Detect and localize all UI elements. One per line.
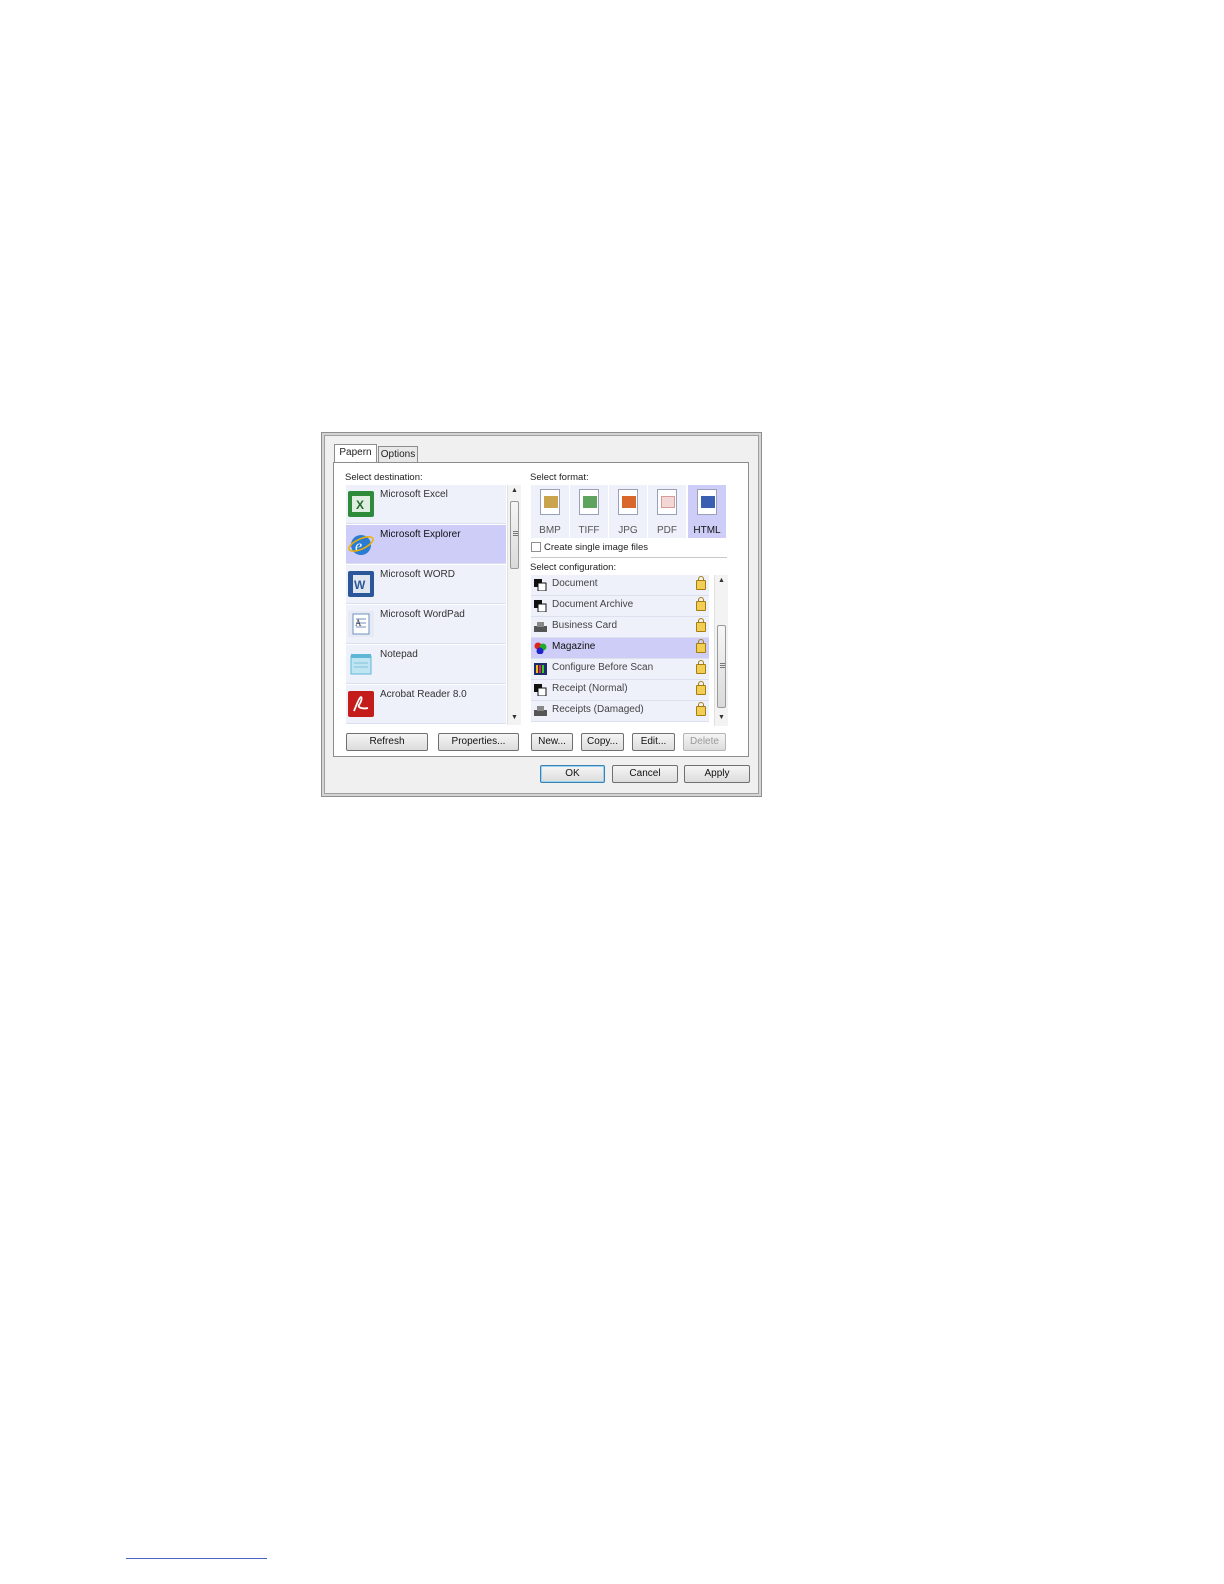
scroll-up-arrow-icon[interactable]: ▲ [715,577,728,584]
one-touch-properties-dialog: Papern Options Select destination: X Mic… [321,432,762,797]
destination-item-wordpad[interactable]: A Microsoft WordPad [346,605,506,644]
notepad-icon [348,651,374,677]
destination-item-acrobat[interactable]: Acrobat Reader 8.0 [346,685,506,724]
scanner-icon [534,706,547,716]
tab-options[interactable]: Options [378,446,418,462]
destination-item-label: Microsoft WORD [380,569,455,580]
format-html[interactable]: HTML [688,485,726,538]
configuration-item-label: Document [552,578,598,589]
document-icon [534,600,547,612]
configuration-list[interactable]: Document Document Archive Business Card … [531,575,710,726]
pdf-icon [661,496,675,508]
destination-item-excel[interactable]: X Microsoft Excel [346,485,506,524]
destination-item-label: Microsoft Explorer [380,529,461,540]
configuration-item-business-card[interactable]: Business Card [531,617,709,638]
lock-icon [696,681,706,695]
destination-list[interactable]: X Microsoft Excel e Microsoft Explorer W… [346,485,507,725]
lock-icon [696,618,706,632]
destination-item-label: Acrobat Reader 8.0 [380,689,467,700]
configure-icon [534,663,547,675]
edit-button[interactable]: Edit... [632,733,675,751]
lock-icon [696,660,706,674]
tab-panel: Select destination: X Microsoft Excel e … [333,462,749,757]
single-image-label: Create single image files [544,542,649,553]
svg-text:A: A [355,618,362,628]
apply-button[interactable]: Apply [684,765,750,783]
scroll-thumb[interactable] [510,501,519,569]
configuration-item-label: Receipts (Damaged) [552,704,644,715]
lock-icon [696,597,706,611]
svg-text:W: W [354,578,366,592]
internet-explorer-icon: e [348,531,374,557]
delete-button[interactable]: Delete [683,733,726,751]
scroll-thumb[interactable] [717,625,726,708]
lock-icon [696,576,706,590]
svg-text:X: X [356,498,364,512]
configuration-item-document-archive[interactable]: Document Archive [531,596,709,617]
word-icon: W [348,571,374,597]
format-label: BMP [539,525,561,536]
lock-icon [696,702,706,716]
single-image-checkbox[interactable] [531,542,541,552]
scanner-icon [534,622,547,632]
destination-item-label: Notepad [380,649,418,660]
destination-scrollbar[interactable]: ▲ ▼ [507,485,521,725]
format-label: TIFF [578,525,600,536]
destination-item-label: Microsoft Excel [380,489,448,500]
bmp-icon [544,496,558,508]
color-document-icon [534,642,547,654]
configuration-item-label: Business Card [552,620,618,631]
tiff-icon [583,496,597,508]
tab-papern[interactable]: Papern [334,444,377,462]
jpg-icon [622,496,636,508]
acrobat-icon [348,691,374,717]
properties-button[interactable]: Properties... [438,733,519,751]
select-configuration-label: Select configuration: [530,562,617,573]
html-icon [701,496,715,508]
destination-item-notepad[interactable]: Notepad [346,645,506,684]
configuration-item-magazine[interactable]: Magazine [531,638,709,659]
format-jpg[interactable]: JPG [609,485,647,538]
select-format-label: Select format: [530,472,589,483]
cancel-button[interactable]: Cancel [612,765,678,783]
new-button[interactable]: New... [531,733,573,751]
configuration-item-label: Magazine [552,641,596,652]
format-label: JPG [618,525,638,536]
ok-button[interactable]: OK [540,765,605,783]
format-label: HTML [693,525,721,536]
footer-link-underline[interactable] [126,1558,267,1559]
document-icon [534,579,547,591]
excel-icon: X [348,491,374,517]
configuration-item-configure-before-scan[interactable]: Configure Before Scan [531,659,709,680]
configuration-item-label: Receipt (Normal) [552,683,628,694]
divider [531,557,727,558]
wordpad-icon: A [348,611,374,637]
scroll-up-arrow-icon[interactable]: ▲ [508,487,521,494]
format-pdf[interactable]: PDF [648,485,686,538]
configuration-item-label: Document Archive [552,599,634,610]
lock-icon [696,639,706,653]
destination-item-word[interactable]: W Microsoft WORD [346,565,506,604]
configuration-scrollbar[interactable]: ▲ ▼ [714,575,728,726]
scroll-down-arrow-icon[interactable]: ▼ [715,714,728,721]
configuration-item-label: Configure Before Scan [552,662,654,673]
format-bmp[interactable]: BMP [531,485,569,538]
refresh-button[interactable]: Refresh [346,733,428,751]
document-icon [534,684,547,696]
select-destination-label: Select destination: [345,472,423,483]
copy-button[interactable]: Copy... [581,733,624,751]
format-label: PDF [657,525,677,536]
configuration-item-document[interactable]: Document [531,575,709,596]
configuration-item-receipt-normal[interactable]: Receipt (Normal) [531,680,709,701]
configuration-item-receipts-damaged[interactable]: Receipts (Damaged) [531,701,709,722]
scroll-down-arrow-icon[interactable]: ▼ [508,714,521,721]
destination-item-label: Microsoft WordPad [380,609,465,620]
format-tiff[interactable]: TIFF [570,485,608,538]
destination-item-explorer[interactable]: e Microsoft Explorer [346,525,506,564]
